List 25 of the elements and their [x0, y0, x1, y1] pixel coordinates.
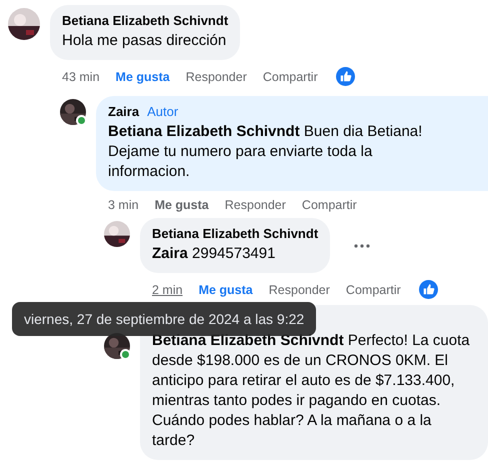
author-label: Autor: [147, 104, 178, 119]
reply-link[interactable]: Responder: [224, 198, 286, 212]
comment-author[interactable]: Zaira: [108, 104, 140, 119]
comment-time-link[interactable]: 43 min: [62, 70, 100, 84]
like-link[interactable]: Me gusta: [154, 198, 209, 212]
comment-author[interactable]: Betiana Elizabeth Schivndt: [62, 13, 228, 28]
share-link[interactable]: Compartir: [346, 282, 401, 296]
comment-time-link[interactable]: 3 min: [108, 198, 139, 212]
avatar[interactable]: [104, 221, 130, 247]
share-link[interactable]: Compartir: [302, 198, 357, 212]
comment-author[interactable]: Betiana Elizabeth Schivndt: [152, 226, 318, 241]
thumbs-up-icon[interactable]: [418, 280, 438, 299]
comment-time-link[interactable]: 2 min: [152, 282, 183, 296]
reply-link[interactable]: Responder: [186, 70, 247, 84]
comment-text: Hola me pasas dirección: [62, 31, 228, 51]
timestamp-tooltip: viernes, 27 de septiembre de 2024 a las 9:22: [12, 302, 316, 336]
like-link[interactable]: Me gusta: [198, 282, 253, 296]
avatar[interactable]: [60, 99, 86, 125]
comment-text: Betiana Elizabeth Schivndt Buen dia Betiana! Dejame tu numero para enviarte toda la informacion.: [108, 122, 424, 182]
share-link[interactable]: Compartir: [262, 70, 318, 84]
comment-text: Zaira 2994573491: [152, 244, 276, 264]
reply-link[interactable]: Responder: [268, 282, 330, 296]
like-link[interactable]: Me gusta: [116, 70, 170, 84]
thumbs-up-icon[interactable]: [336, 67, 355, 86]
avatar[interactable]: [8, 8, 40, 40]
